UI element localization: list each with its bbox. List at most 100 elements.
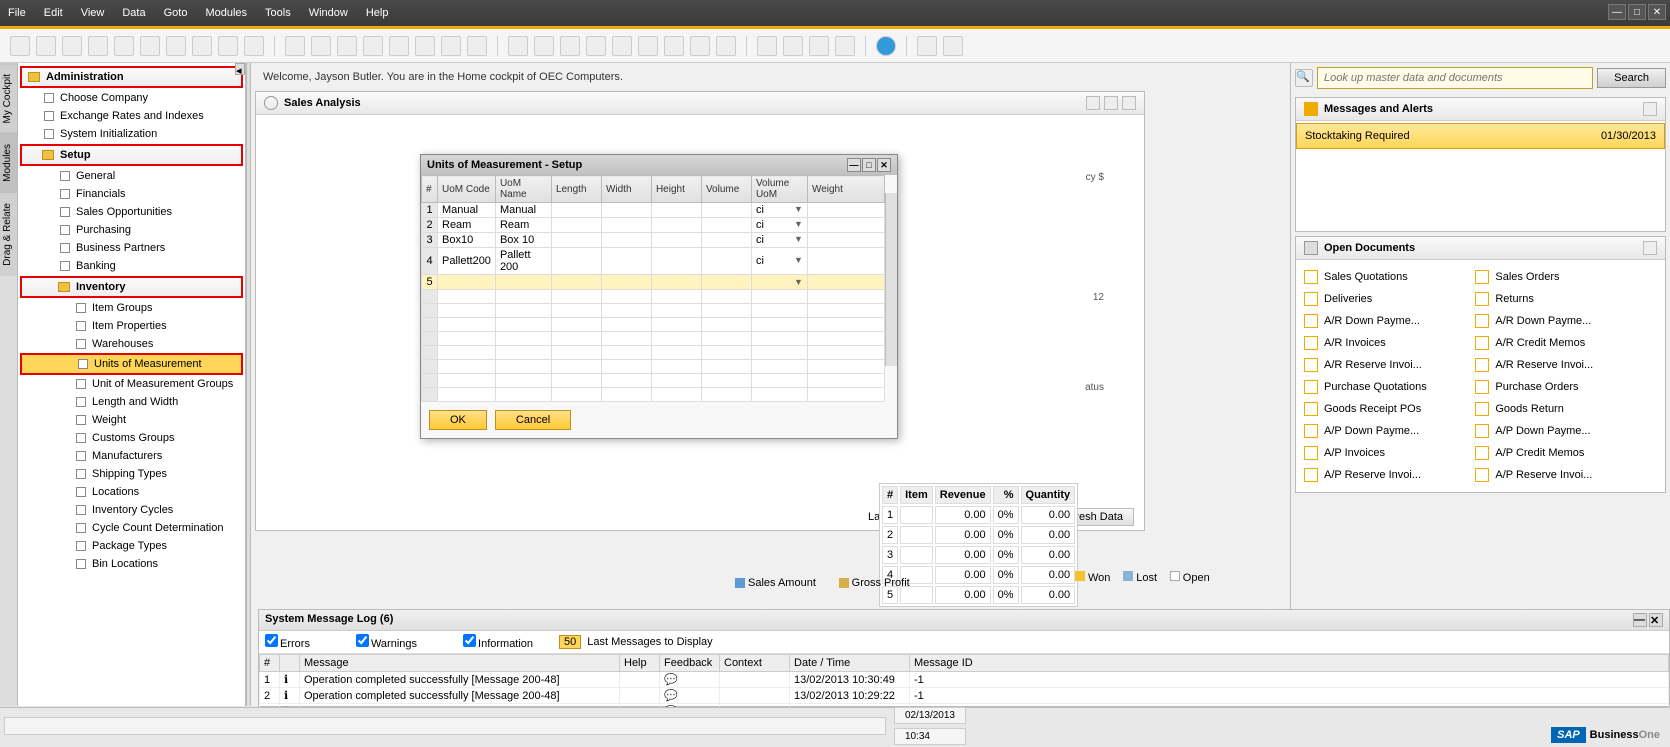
cancel-button[interactable]: Cancel [495, 410, 571, 430]
side-tab-cockpit[interactable]: My Cockpit [0, 63, 17, 133]
toolbar-doc2-icon[interactable] [534, 36, 554, 56]
toolbar-email-icon[interactable] [62, 36, 82, 56]
tree-system-init[interactable]: System Initialization [20, 125, 243, 143]
alert-item[interactable]: Stocktaking Required01/30/2013 [1296, 123, 1665, 149]
tree-exchange-rates[interactable]: Exchange Rates and Indexes [20, 107, 243, 125]
close-icon[interactable]: ✕ [1648, 4, 1666, 20]
panel-tool-icon[interactable] [1122, 96, 1136, 110]
tree-item-properties[interactable]: Item Properties [20, 317, 243, 335]
open-doc-link[interactable]: A/R Credit Memos [1473, 332, 1644, 354]
toolbar-cut-icon[interactable] [285, 36, 305, 56]
toolbar-new-icon[interactable] [10, 36, 30, 56]
toolbar-app2-icon[interactable] [943, 36, 963, 56]
tree-package-types[interactable]: Package Types [20, 537, 243, 555]
toolbar-next-icon[interactable] [389, 36, 409, 56]
panel-tool-icon[interactable] [1643, 102, 1657, 116]
dialog-scrollbar[interactable] [885, 193, 897, 366]
toolbar-help-icon[interactable] [876, 36, 896, 56]
tree-bin-locations[interactable]: Bin Locations [20, 555, 243, 573]
toolbar-copy-icon[interactable] [311, 36, 331, 56]
tree-administration[interactable]: Administration [20, 66, 243, 88]
open-doc-link[interactable]: A/P Down Payme... [1302, 420, 1473, 442]
errors-checkbox[interactable]: Errors [265, 634, 310, 650]
tree-warehouses[interactable]: Warehouses [20, 335, 243, 353]
warnings-checkbox[interactable]: Warnings [356, 634, 417, 650]
toolbar-doc6-icon[interactable] [638, 36, 658, 56]
log-minimize-icon[interactable]: — [1633, 613, 1647, 627]
tree-sales-opp[interactable]: Sales Opportunities [20, 203, 243, 221]
open-doc-link[interactable]: A/P Credit Memos [1473, 442, 1644, 464]
tree-general[interactable]: General [20, 167, 243, 185]
open-doc-link[interactable]: A/P Reserve Invoi... [1302, 464, 1473, 486]
minimize-icon[interactable]: — [1608, 4, 1626, 20]
panel-prev-icon[interactable] [1086, 96, 1100, 110]
toolbar-pdf-icon[interactable] [192, 36, 212, 56]
toolbar-first-icon[interactable] [337, 36, 357, 56]
menu-modules[interactable]: Modules [205, 7, 247, 19]
tree-cycle-count[interactable]: Cycle Count Determination [20, 519, 243, 537]
toolbar-refresh-icon[interactable] [218, 36, 238, 56]
toolbar-lock-icon[interactable] [114, 36, 134, 56]
toolbar-cal-icon[interactable] [757, 36, 777, 56]
menu-data[interactable]: Data [122, 7, 145, 19]
ok-button[interactable]: OK [429, 410, 487, 430]
search-icon[interactable]: 🔍 [1295, 69, 1313, 87]
toolbar-doc5-icon[interactable] [612, 36, 632, 56]
search-input[interactable] [1317, 67, 1593, 89]
open-doc-link[interactable]: A/R Down Payme... [1302, 310, 1473, 332]
tree-customs-groups[interactable]: Customs Groups [20, 429, 243, 447]
toolbar-export-icon[interactable] [88, 36, 108, 56]
panel-next-icon[interactable] [1104, 96, 1118, 110]
toolbar-print-icon[interactable] [36, 36, 56, 56]
tree-uom-groups[interactable]: Unit of Measurement Groups [20, 375, 243, 393]
dialog-minimize-icon[interactable]: — [847, 158, 861, 172]
info-checkbox[interactable]: Information [463, 634, 533, 650]
panel-tool-icon[interactable] [1643, 241, 1657, 255]
toolbar-doc7-icon[interactable] [664, 36, 684, 56]
side-tab-drag[interactable]: Drag & Relate [0, 192, 17, 276]
tree-shipping-types[interactable]: Shipping Types [20, 465, 243, 483]
gear-icon[interactable] [264, 96, 278, 110]
menu-edit[interactable]: Edit [44, 7, 63, 19]
open-doc-link[interactable]: Returns [1473, 288, 1644, 310]
uom-table[interactable]: # UoM Code UoM Name Length Width Height … [421, 175, 885, 402]
open-doc-link[interactable]: A/R Reserve Invoi... [1473, 354, 1644, 376]
toolbar-doc1-icon[interactable] [508, 36, 528, 56]
open-doc-link[interactable]: Goods Receipt POs [1302, 398, 1473, 420]
open-doc-link[interactable]: A/R Reserve Invoi... [1302, 354, 1473, 376]
tree-units-of-measurement[interactable]: Units of Measurement [20, 353, 243, 375]
toolbar-doc9-icon[interactable] [716, 36, 736, 56]
search-button[interactable]: Search [1597, 68, 1666, 88]
open-doc-link[interactable]: A/P Down Payme... [1473, 420, 1644, 442]
toolbar-cal3-icon[interactable] [809, 36, 829, 56]
menu-file[interactable]: File [8, 7, 26, 19]
toolbar-doc3-icon[interactable] [560, 36, 580, 56]
log-close-icon[interactable]: ✕ [1649, 613, 1663, 627]
open-doc-link[interactable]: Goods Return [1473, 398, 1644, 420]
maximize-icon[interactable]: □ [1628, 4, 1646, 20]
toolbar-user-icon[interactable] [835, 36, 855, 56]
menu-help[interactable]: Help [366, 7, 389, 19]
toolbar-save-icon[interactable] [244, 36, 264, 56]
tree-inventory[interactable]: Inventory [20, 276, 243, 298]
menu-view[interactable]: View [81, 7, 105, 19]
tree-banking[interactable]: Banking [20, 257, 243, 275]
tree-locations[interactable]: Locations [20, 483, 243, 501]
tree-financials[interactable]: Financials [20, 185, 243, 203]
dialog-maximize-icon[interactable]: □ [862, 158, 876, 172]
tree-purchasing[interactable]: Purchasing [20, 221, 243, 239]
toolbar-filter-icon[interactable] [441, 36, 461, 56]
open-doc-link[interactable]: Purchase Quotations [1302, 376, 1473, 398]
toolbar-app1-icon[interactable] [917, 36, 937, 56]
tree-inventory-cycles[interactable]: Inventory Cycles [20, 501, 243, 519]
tree-setup[interactable]: Setup [20, 144, 243, 166]
open-doc-link[interactable]: A/P Reserve Invoi... [1473, 464, 1644, 486]
toolbar-excel-icon[interactable] [140, 36, 160, 56]
open-doc-link[interactable]: Sales Orders [1473, 266, 1644, 288]
tree-manufacturers[interactable]: Manufacturers [20, 447, 243, 465]
log-count-input[interactable]: 50 [559, 635, 581, 649]
toolbar-word-icon[interactable] [166, 36, 186, 56]
tree-business-partners[interactable]: Business Partners [20, 239, 243, 257]
toolbar-last-icon[interactable] [415, 36, 435, 56]
tree-item-groups[interactable]: Item Groups [20, 299, 243, 317]
